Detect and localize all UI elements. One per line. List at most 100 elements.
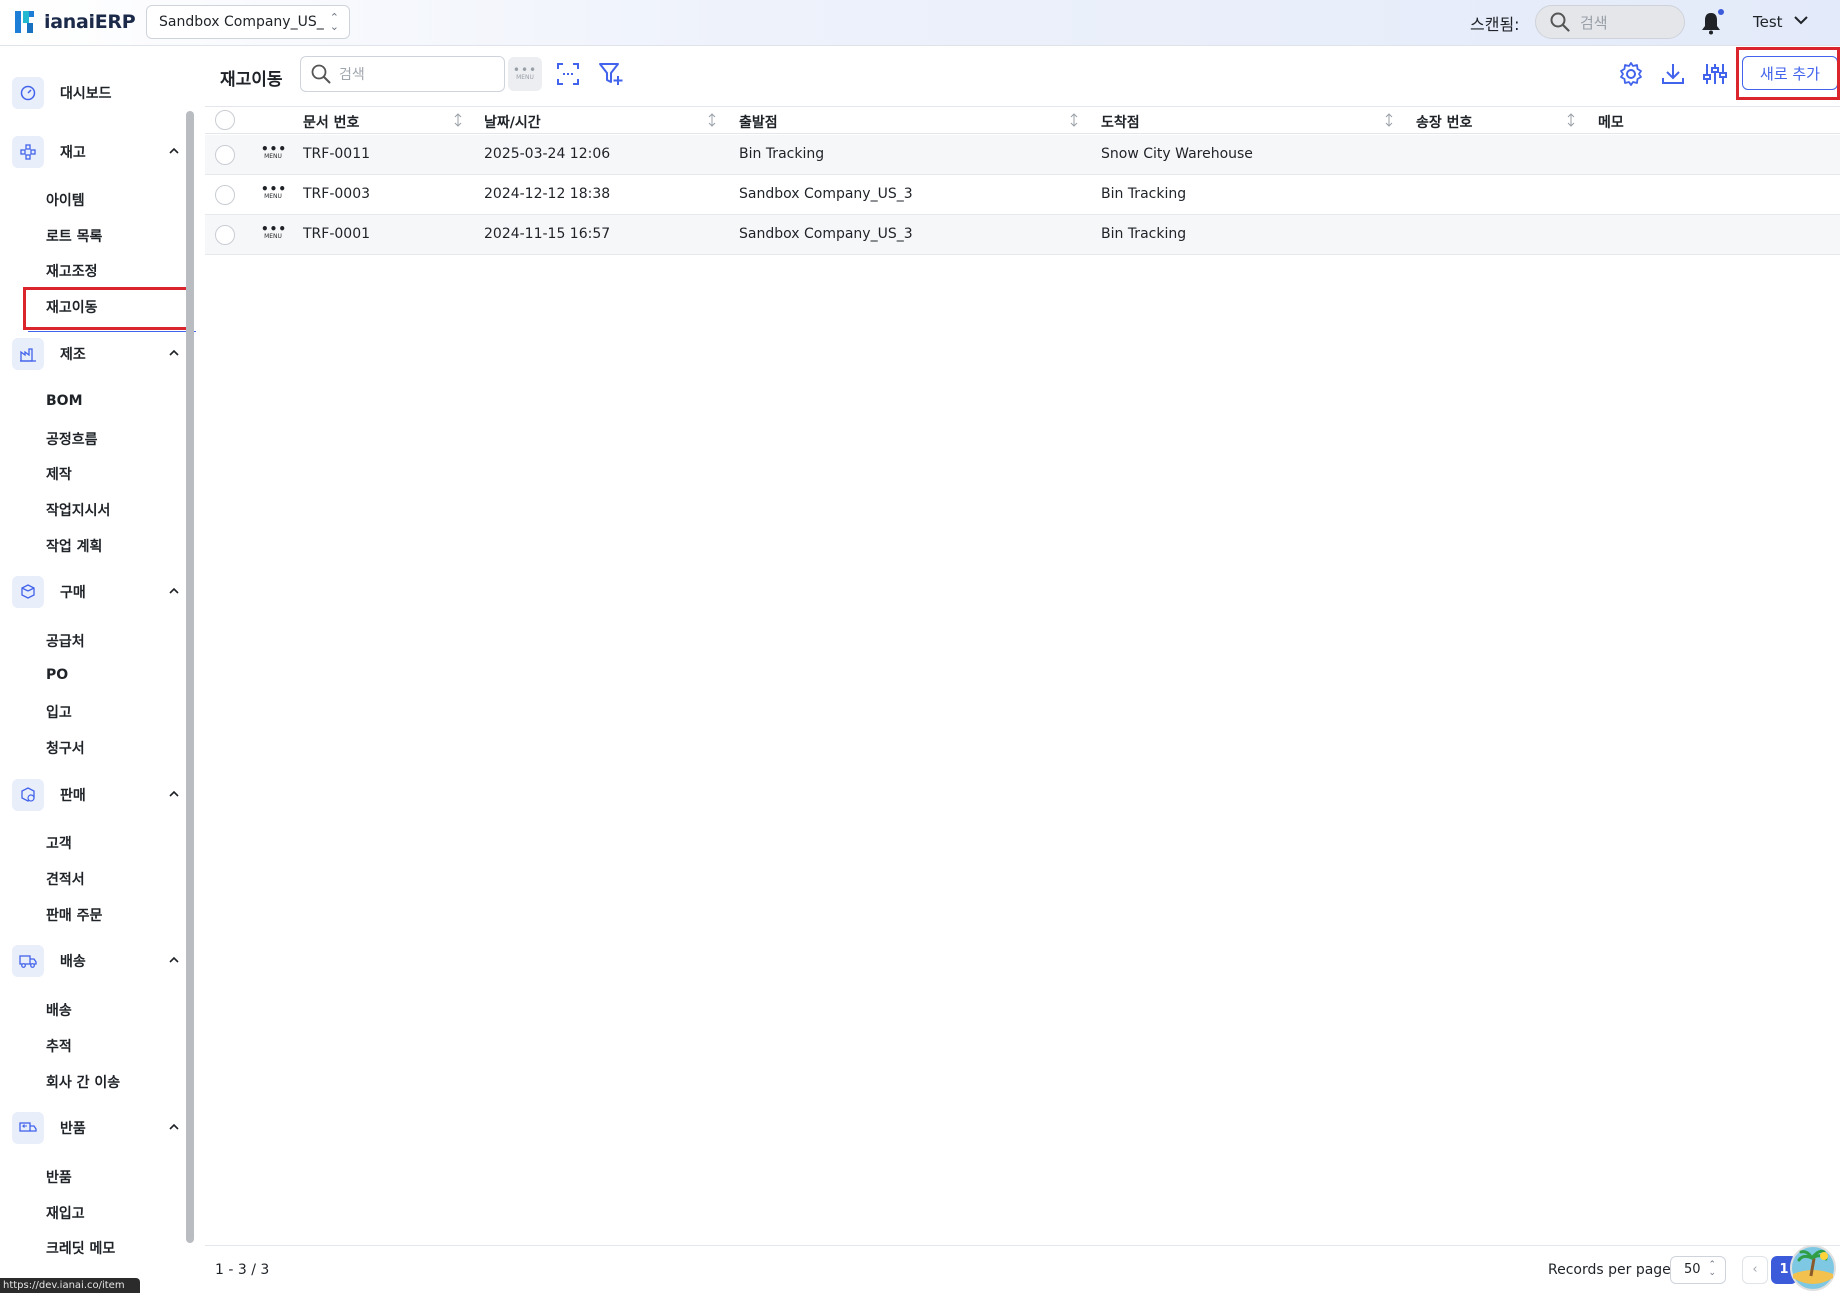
column-header-datetime[interactable]: 날짜/시간 [484,112,541,132]
download-icon[interactable] [1660,61,1686,87]
chevron-up-icon[interactable] [168,789,180,799]
sort-icon[interactable] [1070,113,1078,127]
sidebar-group-inventory[interactable]: 재고 [12,136,180,168]
cell-datetime: 2025-03-24 12:06 [484,146,611,162]
sidebar-item-receiving[interactable]: 입고 [46,702,72,722]
sidebar-item-quotes[interactable]: 견적서 [46,869,85,889]
chevron-up-icon[interactable] [168,586,180,596]
column-header-invoice[interactable]: 송장 번호 [1416,112,1472,132]
row-menu-button[interactable]: ••• MENU [261,222,288,245]
sidebar-item-po[interactable]: PO [46,667,68,683]
column-header-from[interactable]: 출발점 [739,112,778,132]
column-header-doc[interactable]: 문서 번호 [303,112,359,132]
sort-icon[interactable] [454,113,462,127]
global-search-placeholder: 검색 [1580,13,1608,32]
row-menu-label: MENU [264,153,282,160]
select-all-checkbox[interactable] [215,110,235,130]
record-range: 1 - 3 / 3 [215,1262,270,1278]
sort-icon[interactable] [708,113,716,127]
sidebar-item-credit-memo[interactable]: 크레딧 메모 [46,1238,115,1258]
sidebar-item-suppliers[interactable]: 공급처 [46,631,85,651]
sidebar-item-routing[interactable]: 공정흐름 [46,429,98,449]
table-row[interactable]: ••• MENU TRF-0003 2024-12-12 18:38 Sandb… [205,175,1840,215]
highlight-box-transfer [23,287,189,330]
row-checkbox[interactable] [215,225,235,245]
sidebar-item-production[interactable]: 제작 [46,464,72,484]
row-checkbox[interactable] [215,185,235,205]
updown-chevron-icon: ⌃ ⌄ [1708,1260,1716,1278]
search-icon [311,64,331,84]
logo-icon [15,11,34,33]
global-search-input[interactable]: 검색 [1535,5,1685,39]
sidebar-group-label: 제조 [60,347,86,363]
scan-label: 스캔됨: [1470,15,1520,34]
column-settings-icon[interactable] [1702,61,1728,87]
sort-icon[interactable] [1567,113,1575,127]
list-search-input[interactable]: 검색 [300,56,505,92]
cell-doc[interactable]: TRF-0011 [303,146,370,162]
sidebar-item-lots[interactable]: 로트 목록 [46,226,102,246]
row-checkbox[interactable] [215,145,235,165]
truck-icon [12,945,44,977]
filter-add-icon[interactable] [598,61,624,87]
user-menu[interactable]: Test [1753,13,1783,31]
column-header-to[interactable]: 도착점 [1101,112,1140,132]
more-dots-icon: ••• [261,182,288,196]
chevron-up-icon[interactable] [168,1122,180,1132]
menu-button-label: MENU [516,74,534,81]
sidebar-group-purchase[interactable]: 구매 [12,576,180,608]
row-menu-button[interactable]: ••• MENU [261,182,288,205]
sidebar-item-work-plan[interactable]: 작업 계획 [46,536,102,556]
sidebar-item-bom[interactable]: BOM [46,393,83,409]
prev-page-button[interactable]: ‹ [1742,1256,1768,1284]
app-logo[interactable]: ianaiERP [14,9,136,35]
main-content: 재고이동 검색 ••• MENU 새로 추가 문서 번호 날짜/시간 출발점 도… [205,47,1840,1293]
sidebar-item-work-order[interactable]: 작업지시서 [46,500,110,520]
sidebar-group-shipping[interactable]: 배송 [12,945,180,977]
sidebar-item-dashboard[interactable]: 대시보드 [12,77,180,109]
sidebar-item-returns[interactable]: 반품 [46,1167,72,1187]
status-bar-url: https://dev.ianai.co/item [0,1278,140,1293]
sidebar-group-manufacturing[interactable]: 제조 [12,338,180,370]
chevron-up-icon[interactable] [168,955,180,965]
assistant-avatar-icon[interactable] [1789,1244,1837,1292]
column-header-memo[interactable]: 메모 [1598,112,1624,132]
sidebar: 대시보드 재고 아이템 로트 목록 재고조정 재고이동 제조 BOM 공정흐름 … [0,47,196,1293]
sidebar-item-restock[interactable]: 재입고 [46,1203,85,1223]
row-menu-button[interactable]: ••• MENU [261,143,286,165]
table-row[interactable]: ••• MENU TRF-0001 2024-11-15 16:57 Sandb… [205,215,1840,255]
active-item-indicator [28,331,196,332]
sidebar-group-label: 구매 [60,585,86,601]
sidebar-item-intercompany[interactable]: 회사 간 이송 [46,1072,120,1092]
more-dots-icon: ••• [261,222,288,236]
cell-doc[interactable]: TRF-0001 [303,226,370,242]
records-per-page-label: Records per page [1548,1262,1671,1278]
sidebar-item-adjustment[interactable]: 재고조정 [46,261,98,281]
chevron-down-icon[interactable] [1793,14,1809,26]
chevron-up-icon[interactable] [168,146,180,156]
sidebar-scrollbar[interactable] [186,111,194,1243]
sidebar-group-label: 판매 [60,788,86,804]
sidebar-item-shipments[interactable]: 배송 [46,1000,72,1020]
notification-badge [1718,9,1724,15]
records-per-page-select[interactable]: 50 ⌃ ⌄ [1670,1256,1726,1284]
chevron-up-icon[interactable] [168,348,180,358]
sales-icon [12,779,44,811]
company-select[interactable]: Sandbox Company_US_ ⌃ ⌄ [146,5,350,39]
sidebar-item-customers[interactable]: 고객 [46,833,72,853]
sidebar-item-tracking[interactable]: 추적 [46,1036,72,1056]
sidebar-item-bills[interactable]: 청구서 [46,738,85,758]
cell-doc[interactable]: TRF-0003 [303,186,370,202]
settings-gear-icon[interactable] [1618,61,1644,87]
sort-icon[interactable] [1385,113,1393,127]
table-row[interactable]: ••• MENU TRF-0011 2025-03-24 12:06 Bin T… [205,135,1840,175]
records-per-page-value: 50 [1684,1262,1701,1277]
sidebar-item-sales-orders[interactable]: 판매 주문 [46,905,102,925]
scan-icon[interactable] [555,61,581,87]
sidebar-group-returns[interactable]: 반품 [12,1112,180,1144]
dashboard-icon [12,77,44,109]
highlight-box-add [1736,47,1840,100]
sidebar-group-sales[interactable]: 판매 [12,779,180,811]
bulk-menu-button[interactable]: ••• MENU [508,57,542,91]
sidebar-item-items[interactable]: 아이템 [46,190,85,210]
